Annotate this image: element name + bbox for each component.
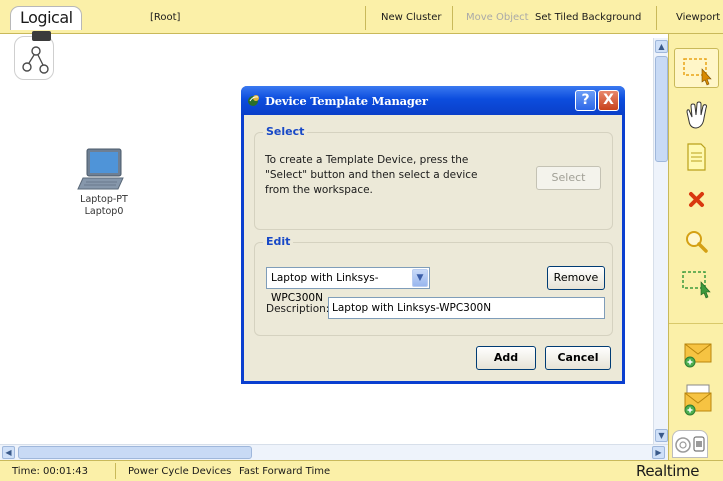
resize-shape-icon[interactable] <box>674 262 719 302</box>
new-cluster-button[interactable]: New Cluster <box>381 11 441 25</box>
laptop-device-icon[interactable] <box>77 148 127 192</box>
select-group-legend: Select <box>263 125 308 138</box>
device-type-label: Laptop-PT <box>80 194 128 205</box>
place-note-icon[interactable] <box>674 137 719 177</box>
add-simple-pdu-icon[interactable] <box>674 334 719 374</box>
cancel-button[interactable]: Cancel <box>545 346 611 370</box>
device-name-label: Laptop0 <box>84 206 124 217</box>
move-object-button[interactable]: Move Object <box>466 11 529 25</box>
realtime-mode-tab[interactable] <box>672 430 708 458</box>
dialog-close-button[interactable]: X <box>598 90 619 111</box>
vertical-scroll-thumb[interactable] <box>655 56 668 162</box>
vertical-scrollbar[interactable]: ▲ ▼ <box>653 38 668 444</box>
edit-group: Edit Laptop with Linksys-WPC300N ▼ Remov… <box>254 235 613 336</box>
dialog-titlebar[interactable]: Device Template Manager ? X <box>241 86 625 115</box>
fast-forward-time-button[interactable]: Fast Forward Time <box>239 466 330 477</box>
scroll-right-button[interactable]: ▶ <box>652 446 665 459</box>
scroll-up-button[interactable]: ▲ <box>655 40 668 53</box>
horizontal-scrollbar[interactable]: ◀ ▶ <box>0 444 668 460</box>
select-instructions-text: To create a Template Device, press the "… <box>265 154 478 196</box>
statusbar-divider <box>115 463 116 479</box>
realtime-label: Realtime <box>636 462 700 480</box>
select-tool-icon[interactable] <box>674 48 719 88</box>
set-tiled-background-button[interactable]: Set Tiled Background <box>535 11 641 25</box>
topbar-divider <box>365 6 366 30</box>
scroll-down-button[interactable]: ▼ <box>655 429 668 442</box>
scroll-left-button[interactable]: ◀ <box>2 446 15 459</box>
status-bar: Time: 00:01:43 Power Cycle Devices Fast … <box>0 460 723 481</box>
horizontal-scroll-thumb[interactable] <box>18 446 252 459</box>
delete-icon[interactable] <box>674 180 719 220</box>
laptop-device-label: Laptop-PT Laptop0 <box>60 194 148 218</box>
dropdown-chevron-icon[interactable]: ▼ <box>412 269 428 287</box>
workspace-topbar: Logical [Root] New Cluster Move Object S… <box>0 0 723 34</box>
template-device-dropdown[interactable]: Laptop with Linksys-WPC300N ▼ <box>266 267 430 304</box>
select-device-button[interactable]: Select <box>536 166 601 190</box>
topbar-divider <box>452 6 453 30</box>
root-cluster-link[interactable]: [Root] <box>150 11 180 25</box>
dialog-title: Device Template Manager <box>265 94 428 108</box>
add-button[interactable]: Add <box>476 346 536 370</box>
device-template-manager-dialog: Device Template Manager ? X Select To cr… <box>241 86 625 384</box>
common-tools-bar <box>668 34 723 462</box>
inspect-magnifier-icon[interactable] <box>674 222 719 262</box>
dialog-help-button[interactable]: ? <box>575 90 596 111</box>
select-group: Select To create a Template Device, pres… <box>254 125 613 230</box>
hand-move-icon[interactable] <box>674 96 719 136</box>
power-cycle-devices-button[interactable]: Power Cycle Devices <box>128 466 231 477</box>
logical-view-icon[interactable] <box>14 31 54 80</box>
toolbar-divider <box>669 323 723 324</box>
logical-tab-label: Logical <box>20 8 73 27</box>
edit-group-legend: Edit <box>263 235 294 248</box>
description-input[interactable]: Laptop with Linksys-WPC300N <box>328 297 605 319</box>
packet-tracer-app-icon <box>247 93 261 110</box>
topbar-divider <box>656 6 657 30</box>
packet-tracer-window: Logical [Root] New Cluster Move Object S… <box>0 0 723 481</box>
viewport-button[interactable]: Viewport <box>676 11 720 25</box>
add-complex-pdu-icon[interactable] <box>674 379 719 419</box>
description-label: Description: <box>266 303 330 315</box>
time-display: Time: 00:01:43 <box>12 466 88 477</box>
remove-template-button[interactable]: Remove <box>547 266 605 290</box>
